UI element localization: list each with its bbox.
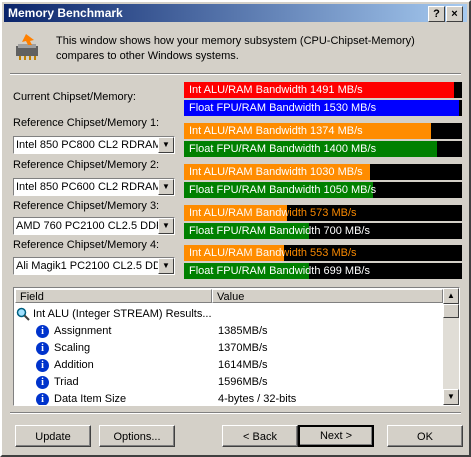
reference-2-select[interactable]: Intel 850 PC600 CL2 RDRAM ▼ (13, 178, 175, 196)
reference-1-select[interactable]: Intel 850 PC800 CL2 RDRAM ▼ (13, 136, 175, 154)
value-cell: 4-bytes / 32-bits (218, 393, 297, 405)
section-title: Int ALU (Integer STREAM) Results... (33, 308, 212, 320)
field-cell: i Data Item Size (36, 391, 127, 405)
reference-3-fpu-text: Float FPU/RAM Bandwidth 700 MB/s (189, 225, 370, 237)
reference-1-alu-bar: Int ALU/RAM Bandwidth 1374 MB/s (184, 123, 462, 139)
header: This window shows how your memory subsys… (12, 30, 457, 74)
reference-3-fpu-bar: Float FPU/RAM Bandwidth 700 MB/s (184, 223, 462, 239)
section-row[interactable]: Int ALU (Integer STREAM) Results... (16, 306, 443, 323)
column-header-field[interactable]: Field (15, 289, 212, 303)
info-icon: i (36, 324, 49, 338)
chevron-down-icon[interactable]: ▼ (158, 218, 174, 234)
current-alu-bar: Int ALU/RAM Bandwidth 1491 MB/s (184, 82, 462, 98)
window-title: Memory Benchmark (8, 6, 123, 20)
back-button[interactable]: < Back (222, 425, 298, 447)
close-button[interactable]: × (446, 6, 463, 22)
help-button[interactable]: ? (428, 6, 445, 22)
value-cell: 1596MB/s (218, 376, 268, 388)
title-bar[interactable]: Memory Benchmark ? × (4, 4, 467, 22)
magnifier-icon (16, 307, 30, 321)
reference-1-selected: Intel 850 PC800 CL2 RDRAM (16, 139, 162, 151)
current-fpu-bar: Float FPU/RAM Bandwidth 1530 MB/s (184, 100, 462, 116)
column-header-value[interactable]: Value (212, 289, 443, 303)
reference-4-alu-text: Int ALU/RAM Bandwidth 553 MB/s (189, 247, 357, 259)
field-label: Triad (54, 376, 79, 388)
memory-benchmark-window: Memory Benchmark ? × This window shows h… (0, 0, 471, 457)
current-chipset-label: Current Chipset/Memory: (13, 91, 136, 103)
reference-3-selected: AMD 760 PC2100 CL2.5 DDR (16, 220, 164, 232)
reference-3-alu-bar: Int ALU/RAM Bandwidth 573 MB/s (184, 205, 462, 221)
reference-4-selected: Ali Magik1 PC2100 CL2.5 DDR (16, 260, 169, 272)
reference-3-select[interactable]: AMD 760 PC2100 CL2.5 DDR ▼ (13, 217, 175, 235)
reference-4-alu-bar: Int ALU/RAM Bandwidth 553 MB/s (184, 245, 462, 261)
options-button-label: Options... (113, 431, 161, 443)
current-alu-text: Int ALU/RAM Bandwidth 1491 MB/s (189, 84, 363, 96)
field-label: Assignment (54, 325, 112, 337)
reference-3-label: Reference Chipset/Memory 3: (13, 200, 160, 212)
results-grid[interactable]: Field Value Int ALU (Integer STREAM) Res… (13, 287, 460, 406)
table-row[interactable]: i Triad 1596MB/s (16, 374, 443, 391)
field-label: Data Item Size (54, 393, 127, 405)
update-button[interactable]: Update (15, 425, 91, 447)
reference-1-fpu-bar: Float FPU/RAM Bandwidth 1400 MB/s (184, 141, 462, 157)
chevron-down-icon[interactable]: ▼ (158, 258, 174, 274)
description-text: This window shows how your memory subsys… (56, 35, 415, 62)
reference-2-fpu-bar: Float FPU/RAM Bandwidth 1050 MB/s (184, 182, 462, 198)
info-icon: i (36, 341, 49, 355)
table-row[interactable]: i Data Item Size 4-bytes / 32-bits (16, 391, 443, 405)
reference-4-label: Reference Chipset/Memory 4: (13, 239, 160, 251)
reference-1-label: Reference Chipset/Memory 1: (13, 117, 160, 129)
chevron-down-icon[interactable]: ▼ (158, 137, 174, 153)
reference-1-fpu-text: Float FPU/RAM Bandwidth 1400 MB/s (189, 143, 377, 155)
reference-2-alu-text: Int ALU/RAM Bandwidth 1030 MB/s (189, 166, 363, 178)
field-cell: i Addition (36, 357, 94, 374)
ok-button[interactable]: OK (387, 425, 463, 447)
info-icon: i (36, 358, 49, 372)
info-icon: i (36, 392, 49, 405)
value-cell: 1385MB/s (218, 325, 268, 337)
scroll-thumb[interactable] (443, 304, 459, 318)
field-cell: i Assignment (36, 323, 111, 340)
reference-2-alu-bar: Int ALU/RAM Bandwidth 1030 MB/s (184, 164, 462, 180)
chevron-down-icon[interactable]: ▼ (158, 179, 174, 195)
value-cell: 1370MB/s (218, 342, 268, 354)
reference-4-select[interactable]: Ali Magik1 PC2100 CL2.5 DDR ▼ (13, 257, 175, 275)
field-label: Addition (54, 359, 94, 371)
table-row[interactable]: i Scaling 1370MB/s (16, 340, 443, 357)
vertical-scrollbar[interactable]: ▲ ▼ (443, 288, 459, 405)
value-cell: 1614MB/s (218, 359, 268, 371)
table-row[interactable]: i Assignment 1385MB/s (16, 323, 443, 340)
reference-1-alu-text: Int ALU/RAM Bandwidth 1374 MB/s (189, 125, 363, 137)
field-label: Scaling (54, 342, 91, 354)
next-button[interactable]: Next > (298, 425, 374, 447)
separator-top (10, 73, 461, 75)
reference-4-fpu-bar: Float FPU/RAM Bandwidth 699 MB/s (184, 263, 462, 279)
current-fpu-text: Float FPU/RAM Bandwidth 1530 MB/s (189, 102, 377, 114)
separator-bottom (10, 412, 461, 414)
reference-2-selected: Intel 850 PC600 CL2 RDRAM (16, 181, 162, 193)
section-cell: Int ALU (Integer STREAM) Results... (16, 306, 212, 323)
field-cell: i Triad (36, 374, 79, 391)
table-row[interactable]: i Addition 1614MB/s (16, 357, 443, 374)
back-button-label: < Back (243, 431, 277, 443)
reference-2-fpu-text: Float FPU/RAM Bandwidth 1050 MB/s (189, 184, 377, 196)
scroll-up-icon[interactable]: ▲ (443, 288, 459, 304)
reference-3-alu-text: Int ALU/RAM Bandwidth 573 MB/s (189, 207, 357, 219)
reference-4-fpu-text: Float FPU/RAM Bandwidth 699 MB/s (189, 265, 370, 277)
next-button-label: Next > (319, 430, 353, 442)
field-cell: i Scaling (36, 340, 90, 357)
update-button-label: Update (35, 431, 71, 443)
chip-icon (16, 34, 38, 60)
info-icon: i (36, 375, 49, 389)
ok-button-label: OK (417, 431, 433, 443)
options-button[interactable]: Options... (99, 425, 175, 447)
scroll-down-icon[interactable]: ▼ (443, 389, 459, 405)
reference-2-label: Reference Chipset/Memory 2: (13, 159, 160, 171)
